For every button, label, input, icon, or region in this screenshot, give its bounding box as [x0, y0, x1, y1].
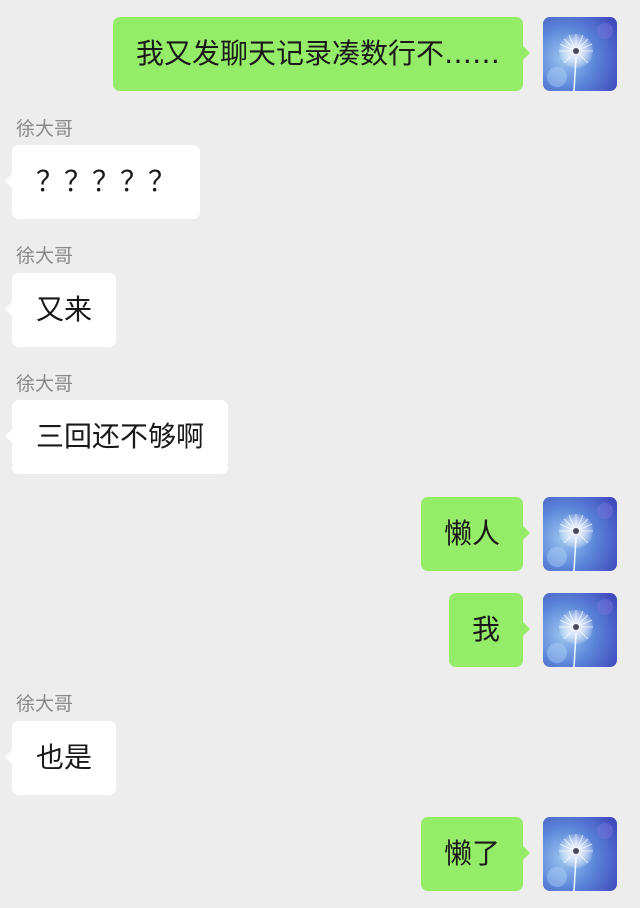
outgoing-message-bubble[interactable]: 懒了 — [420, 817, 531, 891]
outgoing-message-bubble[interactable]: 我 — [448, 593, 531, 667]
sender-name: 徐大哥 — [16, 373, 74, 395]
incoming-message-bubble[interactable]: ？？？？？ — [4, 145, 201, 219]
dandelion-avatar-icon[interactable] — [543, 593, 617, 667]
sender-name: 徐大哥 — [16, 245, 74, 267]
sender-name: 徐大哥 — [16, 693, 74, 715]
chat-message-list[interactable]: 我又发聊天记录凑数行不…… 徐大哥 ？？？？？ 徐大哥 又来 徐大哥 三回还不够… — [0, 0, 640, 908]
sender-name: 徐大哥 — [16, 118, 74, 140]
incoming-message-bubble[interactable]: 三回还不够啊 — [4, 400, 229, 474]
incoming-message-bubble[interactable]: 又来 — [4, 273, 117, 347]
dandelion-avatar-icon[interactable] — [543, 497, 617, 571]
incoming-message-bubble[interactable]: 也是 — [4, 721, 117, 795]
dandelion-avatar-icon[interactable] — [543, 17, 617, 91]
outgoing-message-bubble[interactable]: 懒人 — [420, 497, 531, 571]
outgoing-message-bubble[interactable]: 我又发聊天记录凑数行不…… — [112, 17, 531, 91]
dandelion-avatar-icon[interactable] — [543, 817, 617, 891]
